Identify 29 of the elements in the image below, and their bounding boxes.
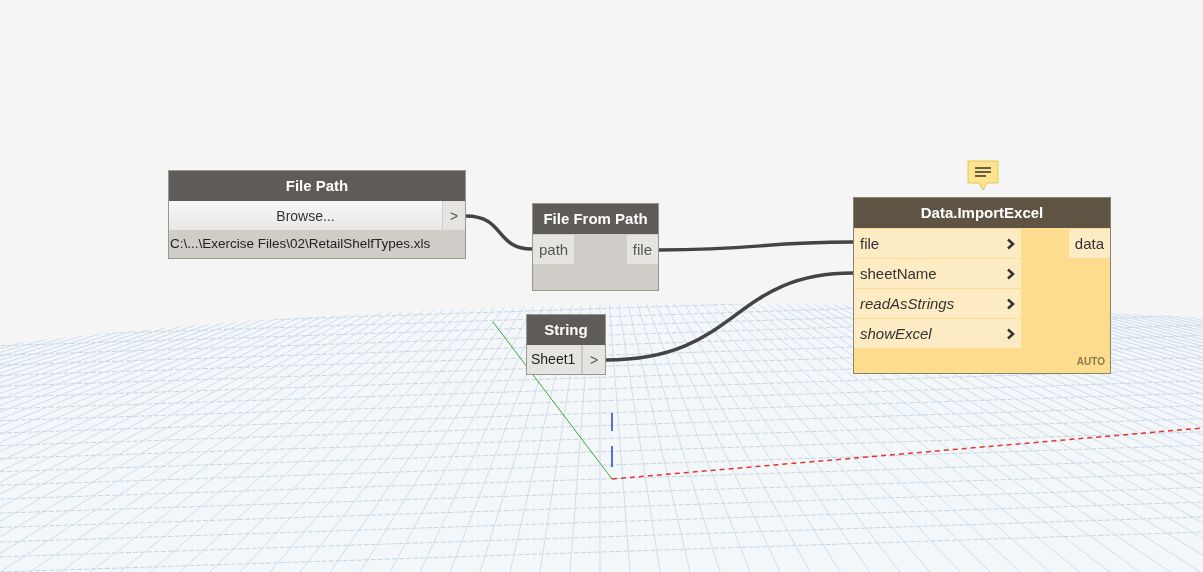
output-port[interactable]: > bbox=[582, 345, 605, 374]
output-port[interactable]: > bbox=[442, 201, 465, 230]
input-port[interactable]: showExcel bbox=[854, 319, 1021, 348]
wire[interactable] bbox=[465, 214, 533, 251]
lacing-label: AUTO bbox=[1076, 356, 1105, 367]
chevron-icon bbox=[1006, 297, 1015, 310]
chevron-icon bbox=[1006, 267, 1015, 280]
chevron-icon bbox=[1006, 237, 1015, 250]
input-port[interactable]: sheetName bbox=[854, 259, 1021, 288]
note-icon[interactable] bbox=[967, 160, 999, 191]
z-axis-line bbox=[611, 412, 613, 468]
file-path-text: C:\...\Exercise Files\02\RetailShelfTypes.xls bbox=[169, 235, 432, 253]
node-title: File From Path bbox=[533, 204, 658, 234]
node-title: File Path bbox=[169, 171, 465, 201]
browse-button[interactable]: Browse... bbox=[169, 201, 442, 230]
node-card[interactable]: String Sheet1 > bbox=[526, 314, 606, 375]
input-port[interactable]: path bbox=[533, 235, 575, 264]
output-port[interactable]: file bbox=[626, 235, 658, 264]
string-value-field[interactable]: Sheet1 bbox=[527, 345, 582, 374]
node-title: Data.ImportExcel bbox=[854, 198, 1110, 228]
wire[interactable] bbox=[659, 240, 853, 252]
output-port[interactable]: data bbox=[1068, 229, 1110, 258]
node-card[interactable]: File From Path path file bbox=[532, 203, 659, 291]
chevron-icon bbox=[1006, 327, 1015, 340]
input-port[interactable]: readAsStrings bbox=[854, 289, 1021, 318]
input-port[interactable]: file bbox=[854, 229, 1021, 258]
node-card[interactable]: File Path Browse... > C:\...\Exercise Files\02\RetailShelfTypes.xls bbox=[168, 170, 466, 259]
wire[interactable] bbox=[605, 271, 854, 362]
node-title: String bbox=[527, 315, 605, 345]
